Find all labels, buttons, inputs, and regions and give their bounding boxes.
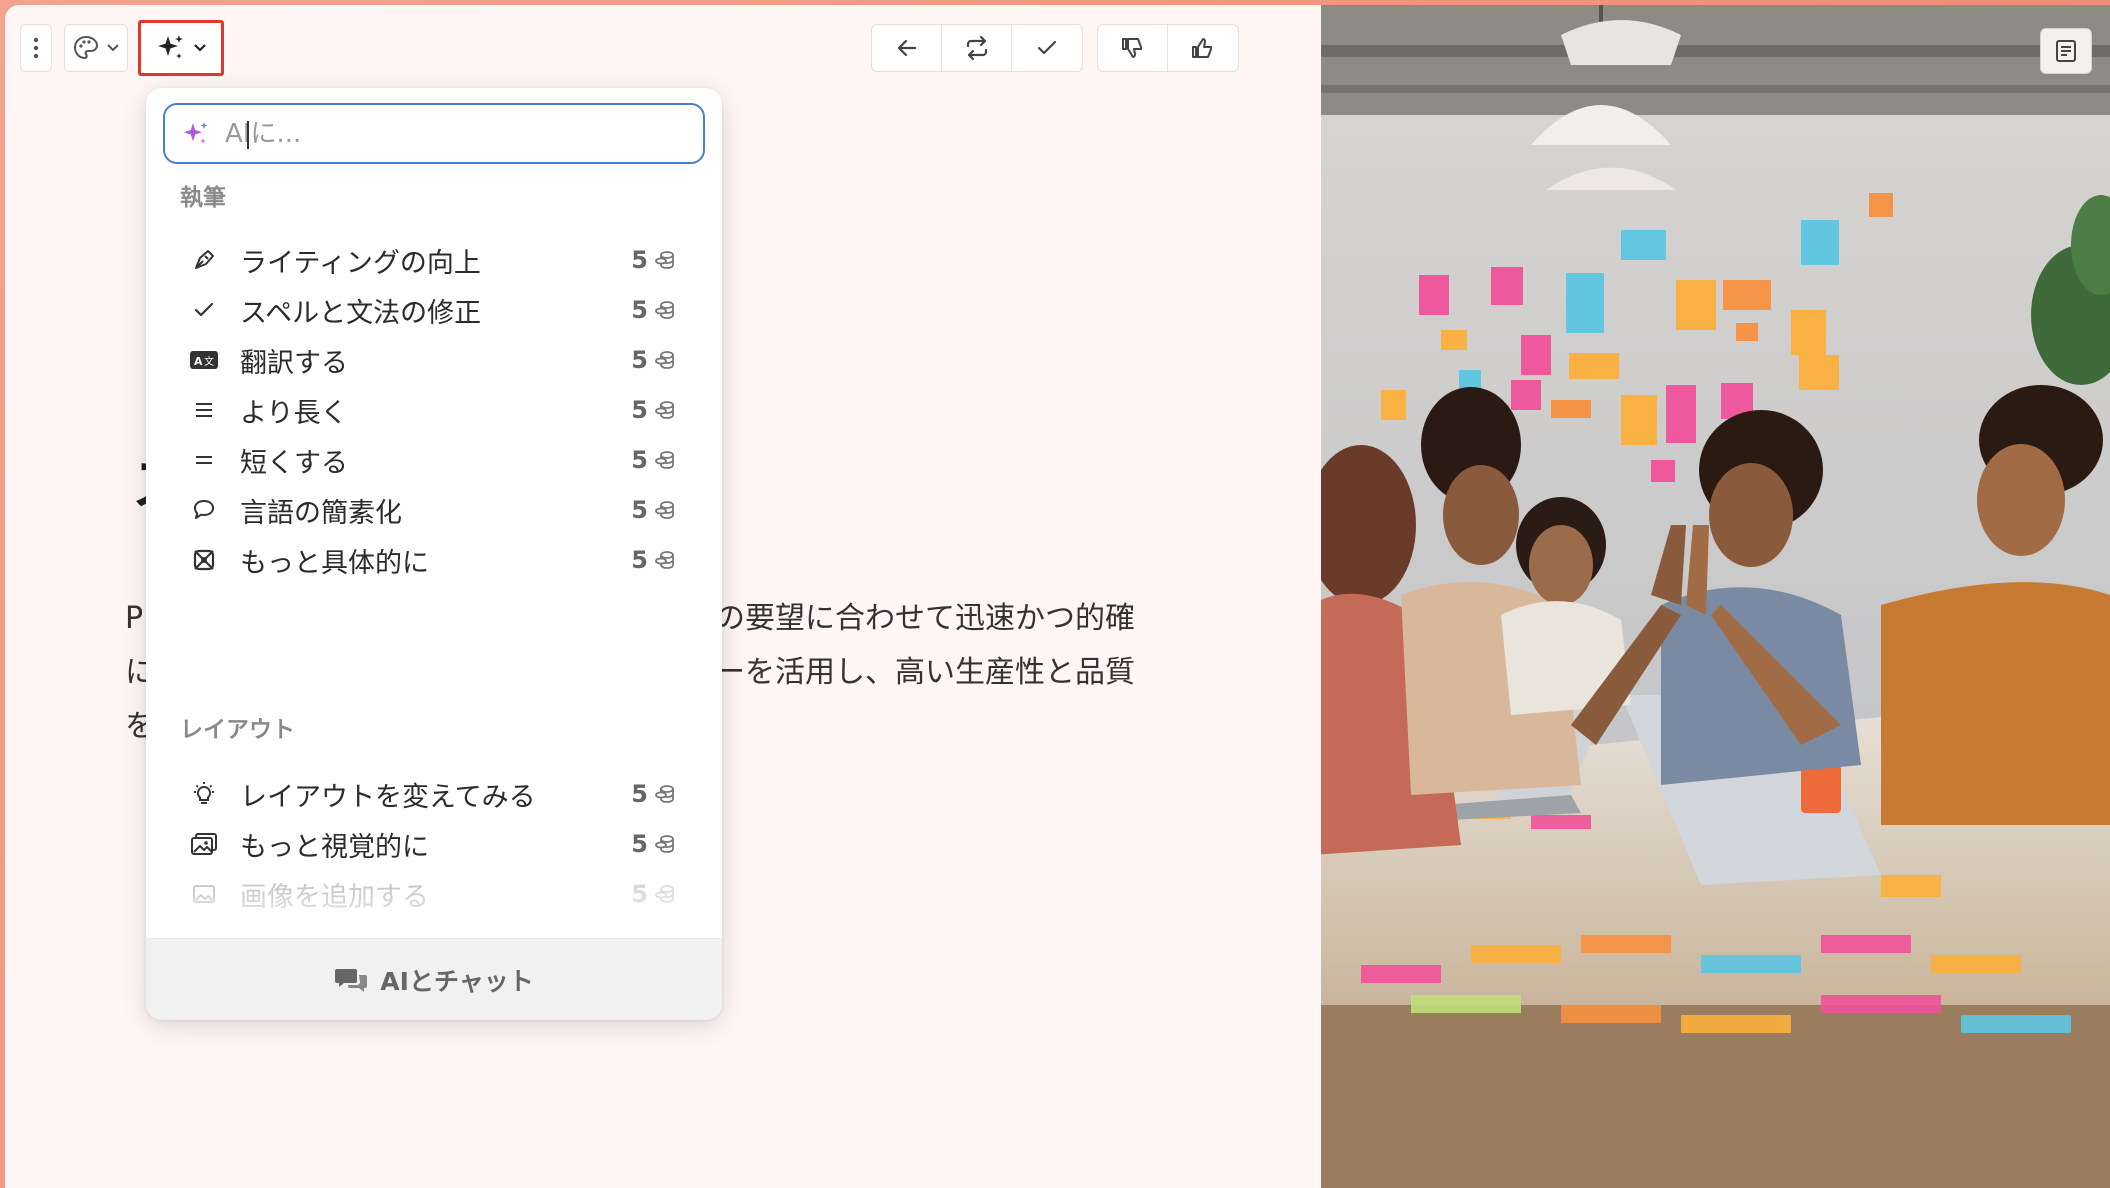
arrow-left-icon xyxy=(897,39,916,57)
slide-image-panel[interactable] xyxy=(1321,5,2110,1188)
section-layout-label: レイアウト xyxy=(180,717,295,743)
ai-actions-menu: 執筆 ライティングの向上 5 スペルと文法の修正 5 A文 翻訳する 5 より長… xyxy=(146,88,722,1020)
credits-icon xyxy=(655,785,674,803)
notes-icon xyxy=(2056,40,2076,62)
credit-cost: 5 xyxy=(631,830,648,858)
credit-cost: 5 xyxy=(631,346,648,374)
target-icon xyxy=(188,544,220,576)
lightbulb-icon xyxy=(188,778,220,810)
ai-assistant-button[interactable] xyxy=(138,20,224,76)
pen-nib-icon xyxy=(188,244,220,276)
speaker-notes-button[interactable] xyxy=(2040,28,2092,74)
menu-item-label: もっと視覚的に xyxy=(240,831,429,863)
credits-icon xyxy=(655,551,674,569)
credits-icon xyxy=(655,501,674,519)
theme-dropdown-button[interactable] xyxy=(64,24,128,72)
check-icon xyxy=(1037,40,1057,55)
credits-icon xyxy=(655,351,674,369)
vertical-dots-icon xyxy=(33,37,39,59)
menu-item-more-specific[interactable]: もっと具体的に 5 xyxy=(166,530,702,590)
thumbs-up-icon xyxy=(1192,38,1212,58)
image-icon xyxy=(188,828,220,860)
ai-prompt-input[interactable] xyxy=(225,118,685,149)
check-icon xyxy=(188,294,220,326)
text-caret xyxy=(247,121,249,149)
menu-item-label: 言語の簡素化 xyxy=(240,497,402,529)
credits-icon xyxy=(655,301,674,319)
menu-item-label: 翻訳する xyxy=(240,347,348,379)
back-button[interactable] xyxy=(872,25,942,71)
menu-item-label: ライティングの向上 xyxy=(240,247,481,279)
credit-cost: 5 xyxy=(631,296,648,324)
team-high-five-photo xyxy=(1321,5,2110,1188)
credit-cost: 5 xyxy=(631,446,648,474)
chat-bubbles-icon xyxy=(335,968,368,992)
credits-icon xyxy=(655,835,674,853)
sparkles-icon xyxy=(183,121,208,144)
speech-bubble-icon xyxy=(188,494,220,526)
svg-text:文: 文 xyxy=(204,355,214,368)
translate-icon: A文 xyxy=(188,344,220,376)
accept-button[interactable] xyxy=(1012,25,1082,71)
chat-with-ai-label: AIとチャット xyxy=(380,966,534,996)
palette-icon xyxy=(73,35,99,60)
chevron-down-icon xyxy=(194,44,206,52)
credit-cost: 5 xyxy=(631,546,648,574)
menu-item-label: スペルと文法の修正 xyxy=(240,297,482,329)
menu-item-label: より長く xyxy=(240,397,348,429)
sparkles-icon xyxy=(158,35,183,59)
action-button-group xyxy=(871,24,1083,72)
short-lines-icon xyxy=(188,444,220,476)
para-line1-right: の要望に合わせて迅速かつ的確 xyxy=(715,601,1135,636)
credits-icon xyxy=(655,251,674,269)
credit-cost: 5 xyxy=(631,780,648,808)
para-line2-right: ーを活用し、高い生産性と品質 xyxy=(715,655,1135,690)
thumbs-up-button[interactable] xyxy=(1168,25,1238,71)
menu-item-label: 短くする xyxy=(240,447,348,479)
scroll-fade xyxy=(146,888,722,938)
credits-icon xyxy=(655,451,674,469)
thumbs-down-icon xyxy=(1121,38,1142,58)
repeat-icon xyxy=(966,35,987,61)
credit-cost: 5 xyxy=(631,396,648,424)
svg-text:A: A xyxy=(194,355,203,368)
credits-icon xyxy=(655,401,674,419)
para-line1-left: P xyxy=(125,601,144,636)
chevron-down-icon xyxy=(107,44,119,52)
ai-prompt-field[interactable] xyxy=(163,103,705,164)
section-writing-label: 執筆 xyxy=(180,185,226,211)
menu-item-label: レイアウトを変えてみる xyxy=(240,781,536,813)
feedback-button-group xyxy=(1097,24,1239,72)
credit-cost: 5 xyxy=(631,246,648,274)
more-options-button[interactable] xyxy=(20,24,52,72)
thumbs-down-button[interactable] xyxy=(1098,25,1168,71)
regenerate-button[interactable] xyxy=(942,25,1012,71)
menu-item-label: もっと具体的に xyxy=(240,547,429,579)
chat-with-ai-button[interactable]: AIとチャット xyxy=(146,938,722,1020)
credit-cost: 5 xyxy=(631,496,648,524)
lines-icon xyxy=(188,394,220,426)
